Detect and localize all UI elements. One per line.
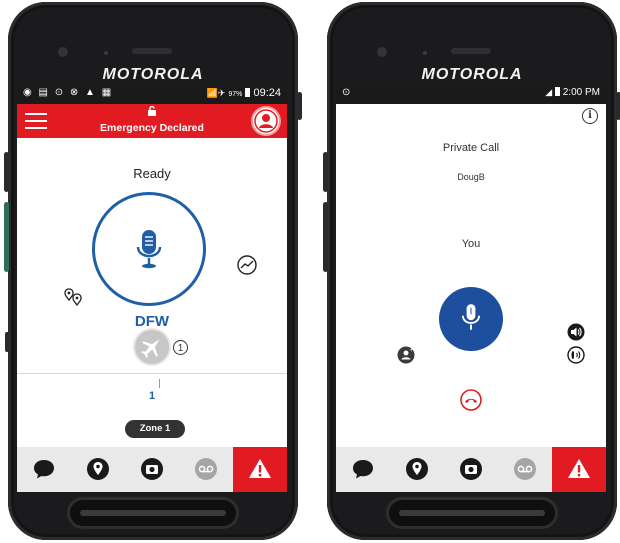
brand-logo: MOTOROLA <box>421 66 523 83</box>
scan-count-badge: 1 <box>173 340 188 355</box>
signal-icon: ◢ <box>545 87 553 97</box>
signal-icon: 📶✈ <box>206 88 226 98</box>
side-key[interactable] <box>297 92 302 120</box>
nav-emergency[interactable] <box>233 447 287 492</box>
camera-icon <box>141 458 163 480</box>
scan-button[interactable] <box>135 330 169 364</box>
emergency-title: Emergency Declared <box>100 122 204 134</box>
right-device: MOTOROLA ⊙ ◢ 2:00 PM i Private Call Doug… <box>323 2 620 540</box>
nav-camera[interactable] <box>125 447 179 492</box>
contact-name: DougB <box>457 172 485 182</box>
divider <box>17 373 287 374</box>
nav-location[interactable] <box>71 447 125 492</box>
voicemail-icon <box>514 458 536 480</box>
status-right: 📶✈ 97% 09:24 <box>207 87 281 99</box>
left-device: MOTOROLA ◉ ▤ ⊙ ⊗ ▲ ▦ 📶✈ 97% 09:24 Emerge… <box>4 2 302 540</box>
emergency-header: Emergency Declared <box>17 104 287 138</box>
avatar[interactable] <box>253 108 279 134</box>
talkgroup-indicator <box>159 379 160 388</box>
status-time: 09:24 <box>253 87 281 99</box>
voicemail-icon <box>195 458 217 480</box>
status-bar: ⊙ ◢ 2:00 PM <box>336 84 606 104</box>
side-key[interactable] <box>5 332 9 352</box>
zone-selector[interactable]: Zone 1 <box>125 420 185 438</box>
home-button[interactable] <box>70 500 236 526</box>
earpiece <box>451 48 491 54</box>
microphone-icon <box>136 230 162 269</box>
front-camera <box>58 47 68 57</box>
ptt-button[interactable] <box>439 287 503 351</box>
speaker-label: You <box>461 238 481 250</box>
left-screen: ◉ ▤ ⊙ ⊗ ▲ ▦ 📶✈ 97% 09:24 Emergency Decla… <box>17 84 287 492</box>
nav-voicemail[interactable] <box>498 447 552 492</box>
status-right: ◢ 2:00 PM <box>545 87 600 98</box>
earpiece <box>132 48 172 54</box>
emergency-alert-icon <box>568 459 590 478</box>
nav-voicemail[interactable] <box>179 447 233 492</box>
bottom-nav <box>336 447 606 492</box>
right-screen: ⊙ ◢ 2:00 PM i Private Call DougB You + <box>336 84 606 492</box>
call-title: Private Call <box>442 142 500 154</box>
notification-icons: ◉ ▤ ⊙ ⊗ ▲ ▦ <box>23 87 114 98</box>
side-key[interactable] <box>323 152 328 192</box>
channel-name[interactable]: DFW <box>17 313 287 330</box>
nav-emergency[interactable] <box>552 447 606 492</box>
info-button[interactable]: i <box>582 108 598 124</box>
emergency-alert-icon <box>249 459 271 478</box>
sensor <box>104 51 108 55</box>
nav-chat[interactable] <box>17 447 71 492</box>
earpiece-audio-icon[interactable] <box>567 346 585 364</box>
brand-logo: MOTOROLA <box>102 66 204 83</box>
add-contact-icon[interactable]: + <box>397 346 415 364</box>
nav-camera[interactable] <box>444 447 498 492</box>
ptt-side-button[interactable] <box>4 202 9 272</box>
battery-percent: 97% <box>228 91 243 98</box>
chat-icon <box>353 460 373 479</box>
side-key[interactable] <box>616 92 620 120</box>
ptt-side-button[interactable] <box>323 202 328 272</box>
nav-chat[interactable] <box>336 447 390 492</box>
sensor <box>423 51 427 55</box>
status-bar: ◉ ▤ ⊙ ⊗ ▲ ▦ 📶✈ 97% 09:24 <box>17 84 287 104</box>
bottom-nav <box>17 447 287 492</box>
location-icon <box>406 458 428 480</box>
settings-status-icon: ⊙ <box>342 87 351 98</box>
camera-icon <box>460 458 482 480</box>
side-key[interactable] <box>4 152 9 192</box>
activity-icon[interactable] <box>237 255 257 275</box>
end-call-icon[interactable] <box>460 389 482 411</box>
chat-icon <box>34 460 54 479</box>
speaker-icon[interactable] <box>567 323 585 341</box>
talkgroup-index[interactable]: 1 <box>17 390 287 402</box>
location-pins-icon[interactable] <box>63 288 83 306</box>
call-status: Ready <box>133 166 171 181</box>
airplane-icon <box>141 339 160 358</box>
user-icon <box>254 109 278 133</box>
svg-text:+: + <box>410 348 414 354</box>
home-button[interactable] <box>389 500 555 526</box>
battery-icon <box>554 87 560 96</box>
battery-icon <box>245 88 251 97</box>
ptt-button[interactable] <box>92 192 206 306</box>
unlock-icon <box>148 106 156 116</box>
front-camera <box>377 47 387 57</box>
location-icon <box>87 458 109 480</box>
status-time: 2:00 PM <box>562 87 600 98</box>
microphone-icon <box>461 304 481 330</box>
nav-location[interactable] <box>390 447 444 492</box>
